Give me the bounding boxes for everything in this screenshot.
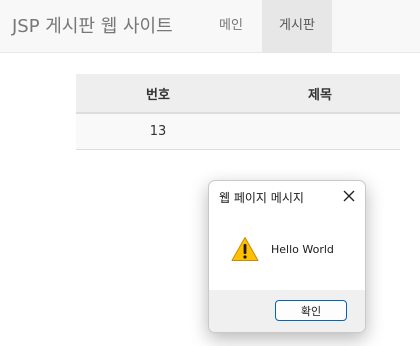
cell-title[interactable] xyxy=(240,113,400,150)
nav-item-main[interactable]: 메인 xyxy=(205,0,257,52)
navbar: JSP 게시판 웹 사이트 메인 게시판 xyxy=(0,0,420,53)
board-table: 번호 제목 13 xyxy=(76,74,400,150)
dialog-message: Hello World xyxy=(271,243,334,256)
table-header-row: 번호 제목 xyxy=(76,74,400,114)
dialog-title: 웹 페이지 메시지 xyxy=(219,191,304,205)
column-header-number: 번호 xyxy=(76,74,240,114)
ok-button[interactable]: 확인 xyxy=(275,300,347,321)
close-icon[interactable] xyxy=(339,186,359,206)
column-header-title: 제목 xyxy=(240,74,400,114)
nav-item-board[interactable]: 게시판 xyxy=(262,0,332,52)
page: JSP 게시판 웹 사이트 메인 게시판 번호 제목 13 웹 페이지 메시지 xyxy=(0,0,420,346)
table-row: 13 xyxy=(76,113,400,150)
site-brand[interactable]: JSP 게시판 웹 사이트 xyxy=(12,0,173,53)
cell-number: 13 xyxy=(76,113,240,150)
alert-dialog: 웹 페이지 메시지 Hello World 확인 xyxy=(208,180,366,333)
warning-icon xyxy=(231,236,259,262)
dialog-footer: 확인 xyxy=(209,290,365,332)
